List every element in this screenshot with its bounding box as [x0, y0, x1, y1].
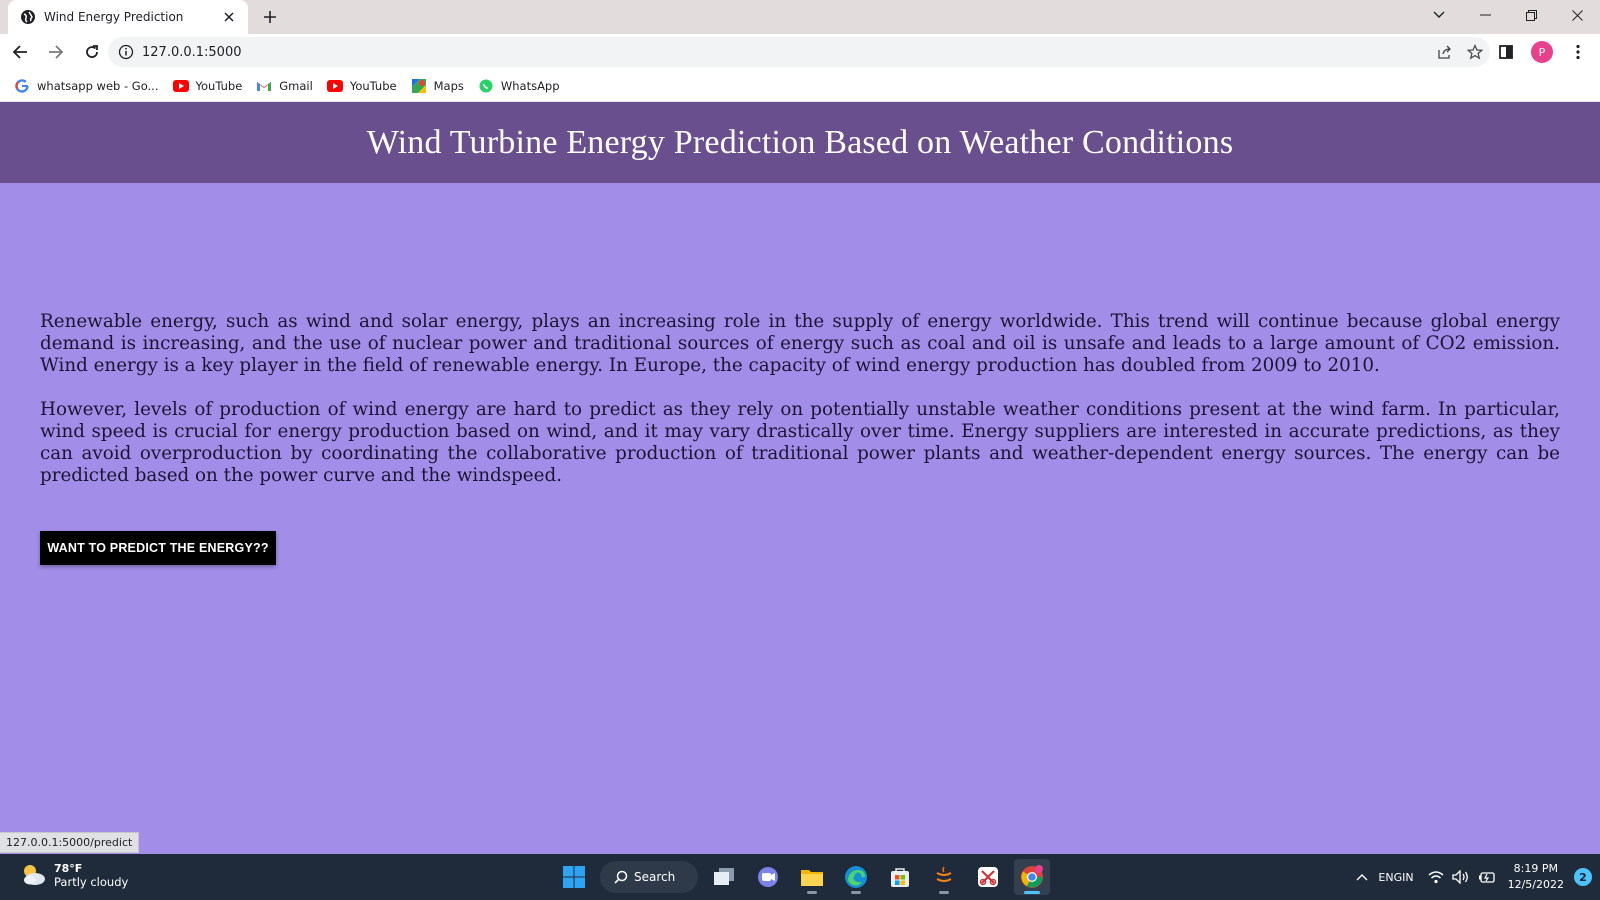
paragraph-prediction-challenge: However, levels of production of wind en… [40, 399, 1560, 486]
side-panel-icon[interactable] [1490, 36, 1522, 68]
site-info-icon[interactable] [118, 44, 134, 60]
bookmark-star-icon[interactable] [1460, 37, 1490, 67]
wifi-icon[interactable] [1428, 870, 1444, 884]
maps-icon [411, 78, 427, 94]
chrome-browser-icon[interactable] [1014, 859, 1050, 895]
link-status-bubble: 127.0.0.1:5000/predict [0, 832, 140, 853]
intro-text: Renewable energy, such as wind and solar… [40, 311, 1560, 509]
bookmark-youtube-1[interactable]: YouTube [172, 78, 242, 94]
java-app-icon[interactable] [926, 859, 962, 895]
page-title: Wind Turbine Energy Prediction Based on … [366, 123, 1234, 161]
windows-logo-icon [563, 866, 585, 888]
toolbar-right-actions: P [1490, 36, 1594, 68]
teams-chat-icon[interactable] [750, 859, 786, 895]
hidden-icons-chevron-icon[interactable] [1356, 873, 1368, 881]
menu-dots-icon[interactable] [1562, 36, 1594, 68]
weather-description: Partly cloudy [54, 874, 129, 889]
reload-icon[interactable] [76, 36, 108, 68]
weather-widget[interactable]: 78°F Partly cloudy [18, 860, 128, 890]
close-window-button[interactable] [1554, 0, 1600, 30]
browser-tab-active[interactable]: Wind Energy Prediction [8, 0, 248, 34]
web-page: Wind Turbine Energy Prediction Based on … [0, 102, 1600, 854]
file-explorer-icon[interactable] [794, 859, 830, 895]
taskbar-apps: Search [556, 859, 1050, 895]
page-header: Wind Turbine Energy Prediction Based on … [0, 102, 1600, 183]
volume-icon[interactable] [1451, 870, 1470, 884]
browser-toolbar: 127.0.0.1:5000 P [0, 34, 1600, 70]
address-bar[interactable]: 127.0.0.1:5000 [108, 37, 1490, 67]
bookmark-whatsapp-web-google[interactable]: whatsapp web - Go... [14, 78, 159, 94]
start-button[interactable] [556, 859, 592, 895]
bookmark-maps[interactable]: Maps [411, 78, 464, 94]
share-icon[interactable] [1430, 37, 1460, 67]
youtube-icon [326, 78, 343, 94]
browser-tab-strip: Wind Energy Prediction [0, 0, 1600, 34]
back-arrow-icon[interactable] [4, 36, 36, 68]
restore-button[interactable] [1508, 0, 1554, 30]
close-tab-icon[interactable] [220, 8, 238, 26]
profile-avatar[interactable]: P [1526, 36, 1558, 68]
whatsapp-icon [478, 78, 494, 94]
system-tray: ENG IN 8:19 PM 12/5/2022 2 [1356, 858, 1592, 896]
youtube-icon [172, 78, 189, 94]
microsoft-store-icon[interactable] [882, 859, 918, 895]
window-controls [1416, 0, 1600, 30]
tab-search-chevron-icon[interactable] [1416, 0, 1462, 30]
taskbar-search[interactable]: Search [600, 861, 698, 893]
avatar-initial: P [1531, 41, 1553, 63]
notification-badge[interactable]: 2 [1574, 868, 1592, 886]
snipping-tool-icon[interactable] [970, 859, 1006, 895]
weather-temperature: 78°F [54, 861, 83, 875]
forward-arrow-icon[interactable] [40, 36, 72, 68]
clock-date: 12/5/2022 [1507, 878, 1564, 891]
partly-cloudy-icon [24, 865, 45, 885]
tab-title: Wind Energy Prediction [44, 10, 184, 24]
gmail-icon [256, 78, 272, 94]
language-indicator[interactable]: ENG IN [1378, 870, 1413, 885]
globe-icon [20, 9, 36, 25]
predict-energy-button[interactable]: WANT TO PREDICT THE ENERGY?? [40, 531, 276, 565]
windows-taskbar: 78°F Partly cloudy Search ENG IN 8:19 PM… [0, 854, 1600, 900]
bookmark-gmail[interactable]: Gmail [256, 78, 313, 94]
task-view-icon[interactable] [706, 859, 742, 895]
google-icon [14, 78, 30, 94]
bookmark-whatsapp[interactable]: WhatsApp [478, 78, 560, 94]
bookmark-youtube-2[interactable]: YouTube [326, 78, 397, 94]
clock-time: 8:19 PM [1513, 862, 1558, 875]
paragraph-renewable-energy: Renewable energy, such as wind and solar… [40, 311, 1560, 376]
minimize-button[interactable] [1462, 0, 1508, 30]
clock[interactable]: 8:19 PM 12/5/2022 [1508, 861, 1564, 893]
search-icon [614, 870, 628, 884]
edge-browser-icon[interactable] [838, 859, 874, 895]
new-tab-button[interactable] [258, 5, 282, 29]
search-label: Search [634, 870, 676, 884]
url-text[interactable]: 127.0.0.1:5000 [142, 45, 1430, 60]
battery-icon[interactable] [1478, 870, 1496, 884]
bookmarks-bar: whatsapp web - Go... YouTube Gmail YouTu… [0, 70, 1600, 102]
